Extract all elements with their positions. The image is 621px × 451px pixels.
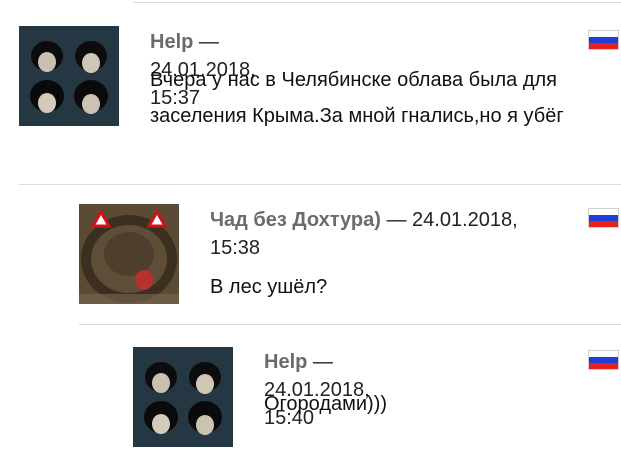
meta-separator: — (312, 351, 333, 373)
divider (19, 184, 621, 185)
russia-flag-icon (588, 350, 619, 370)
comment-text: В лес ушёл? (210, 276, 328, 298)
comment-time: 15:38 (210, 237, 261, 259)
divider-top (133, 2, 621, 3)
divider (79, 324, 621, 325)
comment-text: Огородами))) (264, 393, 388, 415)
avatar[interactable] (19, 26, 119, 126)
comment-date: 24.01.2018, (412, 209, 518, 231)
author-name[interactable]: Help (150, 31, 193, 53)
beatles-photo-icon (19, 26, 119, 126)
hedgehog-photo-icon (79, 204, 179, 304)
comment-meta: Чад без Дохтура) — 24.01.2018, 15:38 (210, 206, 580, 262)
meta-separator: — (386, 209, 407, 231)
russia-flag-icon (588, 30, 619, 50)
author-name[interactable]: Help (264, 351, 307, 373)
avatar[interactable] (79, 204, 179, 304)
author-name[interactable]: Чад без Дохтура) (210, 209, 381, 231)
russia-flag-icon (588, 208, 619, 228)
beatles-photo-icon (133, 347, 233, 447)
comment-text: Вчера у нас в Челябинске облава была для… (150, 69, 564, 127)
meta-separator: — (198, 31, 219, 53)
avatar[interactable] (133, 347, 233, 447)
